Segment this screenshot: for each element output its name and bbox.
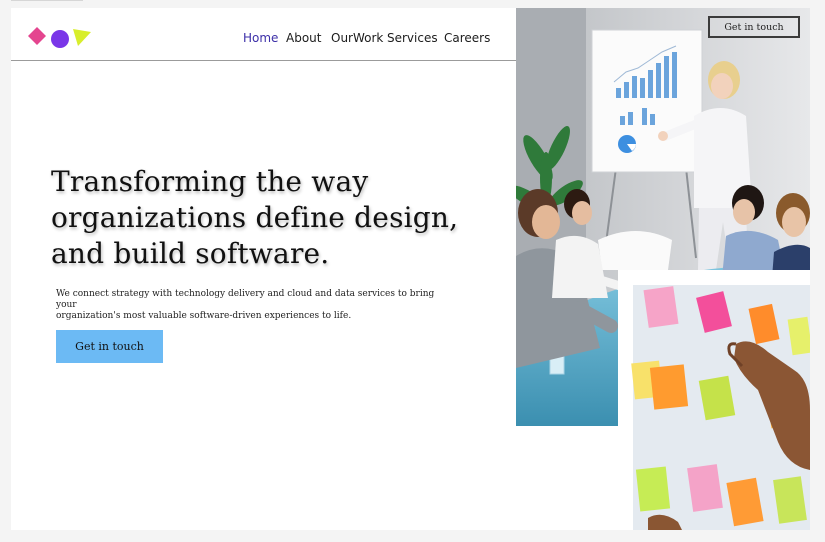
logo-diamond-shape	[28, 27, 46, 45]
headline-line-1: Transforming the way	[51, 165, 369, 198]
landing-page: Home About OurWork Services Careers Tran…	[11, 8, 810, 530]
subtext-line-2: organization's most valuable software-dr…	[56, 311, 352, 321]
nav-services[interactable]: Services	[387, 31, 438, 45]
hero-subtext: We connect strategy with technology deli…	[56, 289, 456, 322]
get-in-touch-button[interactable]: Get in touch	[56, 330, 163, 363]
brand-logo[interactable]	[27, 26, 93, 52]
logo-circle-shape	[51, 30, 69, 48]
nav-about[interactable]: About	[286, 31, 321, 45]
browser-tab-stub	[11, 0, 83, 1]
header-get-in-touch-button[interactable]: Get in touch	[708, 16, 800, 38]
header-divider	[11, 60, 516, 61]
nav-ourwork[interactable]: OurWork	[331, 31, 383, 45]
logo-triangle-shape	[73, 29, 91, 46]
headline-line-2: organizations define design,	[51, 201, 459, 234]
nav-home[interactable]: Home	[243, 31, 278, 45]
headline-line-3: and build software.	[51, 237, 330, 270]
sticky-notes-photo	[618, 270, 810, 530]
nav-careers[interactable]: Careers	[444, 31, 490, 45]
subtext-line-1: We connect strategy with technology deli…	[56, 289, 435, 310]
hero-headline: Transforming the way organizations defin…	[51, 164, 491, 272]
